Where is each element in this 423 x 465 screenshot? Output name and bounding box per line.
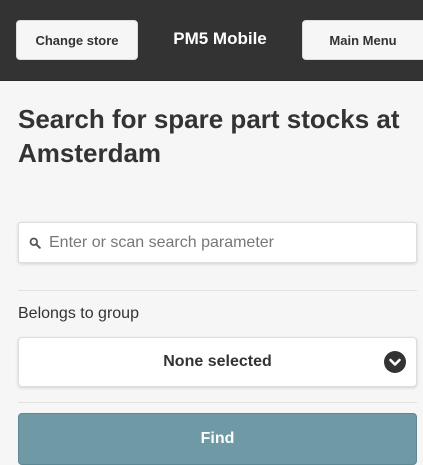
- divider: [18, 290, 417, 291]
- app-header: Change store PM5 Mobile Main Menu: [0, 0, 423, 81]
- find-button-label: Find: [200, 430, 235, 447]
- search-icon: [28, 236, 42, 250]
- find-button[interactable]: Find: [18, 413, 417, 465]
- page-title: Search for spare part stocks at Amsterda…: [18, 104, 400, 168]
- divider: [18, 402, 417, 403]
- change-store-button[interactable]: Change store: [16, 20, 138, 60]
- group-select-value: None selected: [163, 353, 272, 370]
- group-filter-label: Belongs to group: [18, 305, 139, 322]
- main-menu-button[interactable]: Main Menu: [302, 20, 423, 60]
- chevron-down-circle-icon: [384, 351, 406, 373]
- search-input[interactable]: [49, 223, 416, 262]
- search-field[interactable]: [18, 222, 417, 263]
- app-title: PM5 Mobile: [173, 29, 267, 48]
- group-select[interactable]: None selected: [18, 337, 417, 387]
